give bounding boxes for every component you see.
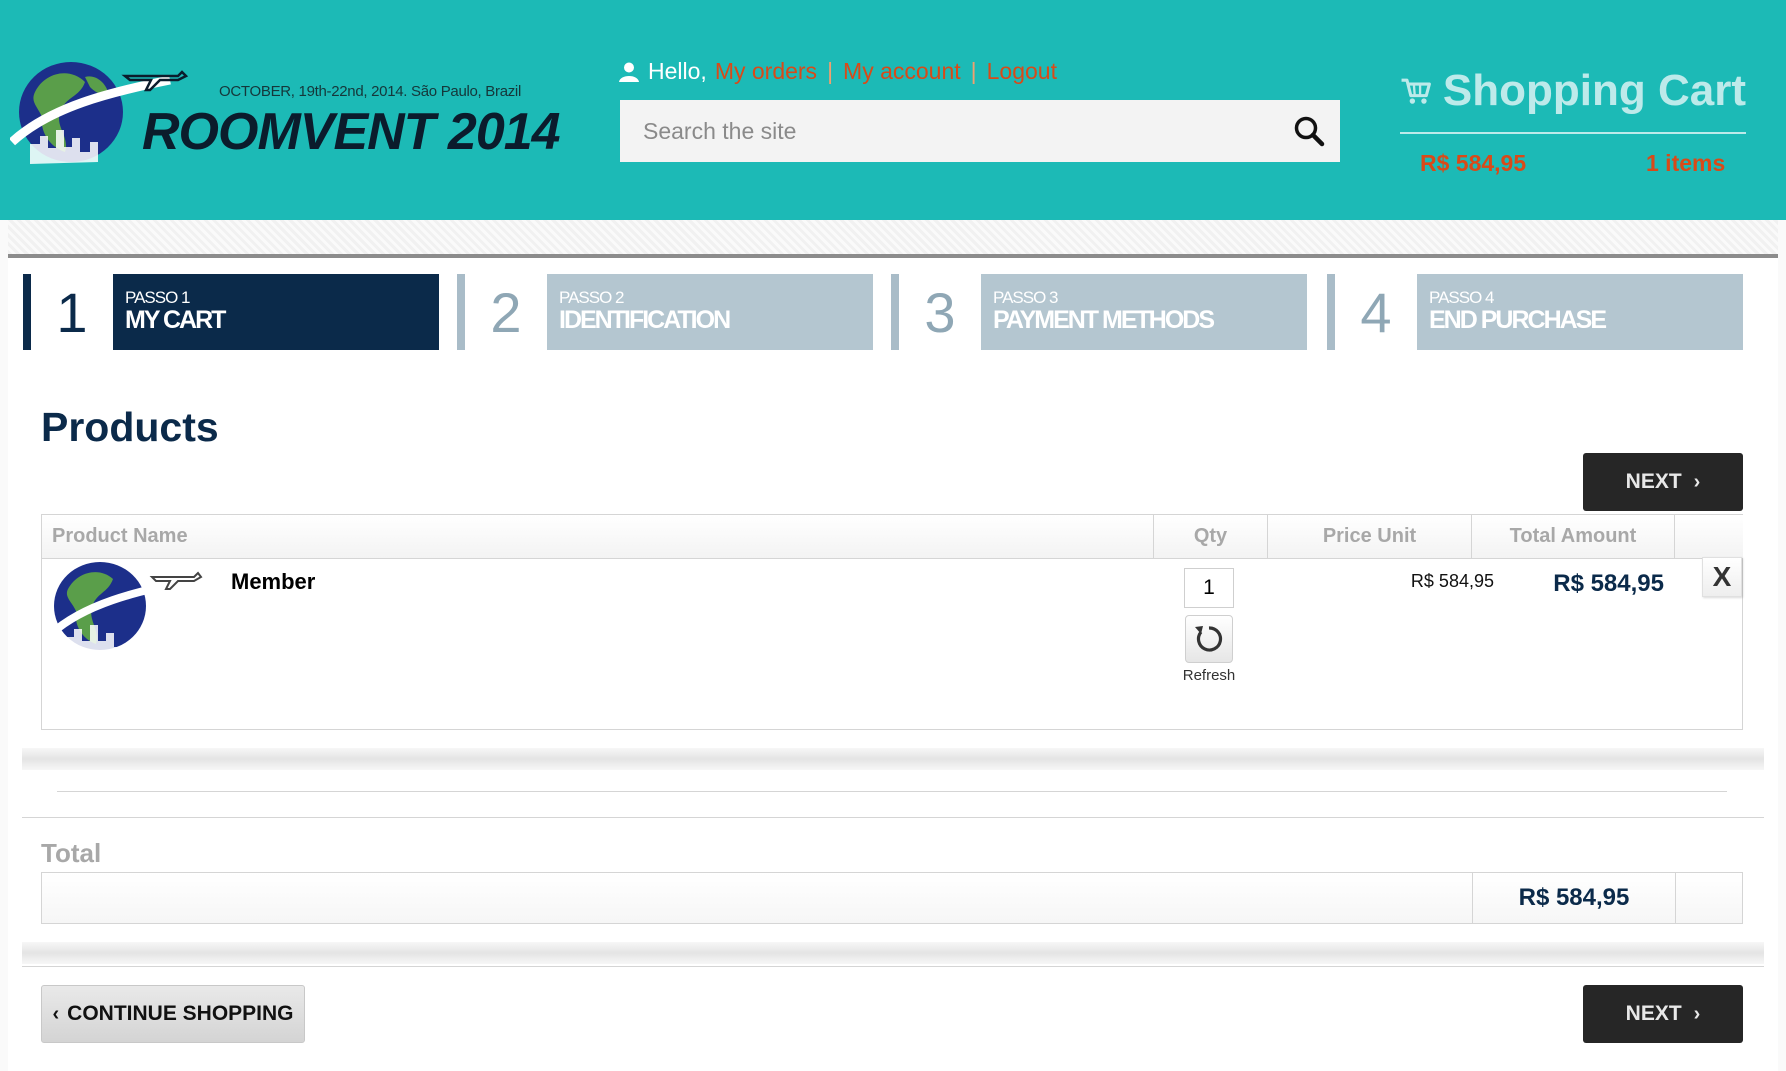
- header-label: Price Unit: [1322, 525, 1417, 547]
- separator: |: [827, 58, 834, 84]
- cart-amount: R$ 584,95: [1420, 150, 1527, 176]
- step-name: MY CART: [125, 306, 226, 334]
- cart-item-count: 1 items: [1646, 150, 1726, 176]
- quantity-input[interactable]: [1184, 568, 1234, 608]
- site-header: OCTOBER, 19th-22nd, 2014. São Paulo, Bra…: [0, 0, 1786, 220]
- user-icon: [619, 62, 639, 82]
- step-my-cart[interactable]: 1 PASSO 1 MY CART: [23, 274, 439, 350]
- header-label: Qty: [1193, 525, 1228, 547]
- step-number: 1: [23, 274, 113, 350]
- step-identification[interactable]: 2 PASSO 2 IDENTIFICATION: [457, 274, 873, 350]
- cart-icon: [1401, 78, 1431, 104]
- texture-strip: [8, 220, 1778, 254]
- products-heading: Products: [41, 404, 219, 450]
- header-remove: [1675, 515, 1743, 559]
- header-label: Total Amount: [1509, 525, 1637, 547]
- next-label: NEXT: [1625, 470, 1682, 493]
- step-passo: PASSO 2: [559, 288, 625, 307]
- step-end-purchase[interactable]: 4 PASSO 4 END PURCHASE: [1327, 274, 1743, 350]
- step-payment-methods[interactable]: 3 PASSO 3 PAYMENT METHODS: [891, 274, 1307, 350]
- continue-label: CONTINUE SHOPPING: [67, 1002, 294, 1025]
- search-input[interactable]: [620, 100, 1280, 162]
- step-number: 3: [891, 274, 981, 350]
- user-bar: Hello, My orders | My account | Logout: [618, 58, 1057, 85]
- divider-line: [57, 791, 1727, 792]
- product-name[interactable]: Member: [231, 569, 315, 595]
- step-passo: PASSO 1: [125, 288, 191, 307]
- step-number: 2: [457, 274, 547, 350]
- header-label: Product Name: [52, 525, 188, 547]
- divider-line: [22, 817, 1764, 818]
- remove-item-button[interactable]: X: [1702, 557, 1742, 597]
- total-heading: Total: [41, 838, 102, 868]
- step-number: 4: [1327, 274, 1417, 350]
- step-passo: PASSO 3: [993, 288, 1059, 307]
- chevron-right-icon: ›: [1693, 470, 1701, 493]
- step-name: PAYMENT METHODS: [993, 306, 1215, 334]
- continue-shopping-button[interactable]: ‹ CONTINUE SHOPPING: [41, 985, 305, 1043]
- step-name: END PURCHASE: [1429, 306, 1607, 334]
- cart-divider: [1400, 132, 1746, 134]
- shopping-cart-widget[interactable]: Shopping Cart R$ 584,95 1 items: [1400, 66, 1746, 176]
- total-value: R$ 584,95: [1518, 884, 1630, 911]
- header-price-unit: Price Unit: [1268, 515, 1472, 559]
- separator: |: [970, 58, 977, 84]
- divider-line: [22, 966, 1764, 967]
- next-button-bottom[interactable]: NEXT ›: [1583, 985, 1743, 1043]
- cart-table: Product Name Qty Price Unit Total Amount…: [41, 514, 1743, 730]
- header-total-amount: Total Amount: [1472, 515, 1675, 559]
- roomvent-logo[interactable]: OCTOBER, 19th-22nd, 2014. São Paulo, Bra…: [10, 52, 570, 172]
- logout-link[interactable]: Logout: [987, 58, 1057, 85]
- next-button-top[interactable]: NEXT ›: [1583, 453, 1743, 511]
- greeting-text: Hello,: [648, 58, 707, 84]
- chevron-right-icon: ›: [1693, 1002, 1701, 1025]
- header-qty: Qty: [1154, 515, 1268, 559]
- total-amount-value: R$ 584,95: [1553, 570, 1664, 597]
- total-box: R$ 584,95: [41, 872, 1743, 924]
- header-product-name: Product Name: [42, 515, 1154, 559]
- step-label: PASSO 1 MY CART: [113, 274, 439, 350]
- cart-title: Shopping Cart: [1400, 66, 1746, 116]
- refresh-button[interactable]: [1185, 615, 1233, 663]
- close-icon: X: [1712, 561, 1732, 592]
- my-orders-link[interactable]: My orders: [715, 58, 817, 85]
- step-label: PASSO 2 IDENTIFICATION: [547, 274, 873, 350]
- step-name: IDENTIFICATION: [559, 306, 731, 334]
- next-label: NEXT: [1625, 1002, 1682, 1025]
- step-label: PASSO 3 PAYMENT METHODS: [981, 274, 1307, 350]
- brand-name: ROOMVENT 2014: [142, 103, 561, 161]
- chevron-left-icon: ‹: [52, 1002, 60, 1025]
- my-account-link[interactable]: My account: [843, 58, 961, 85]
- price-unit-value: R$ 584,95: [1410, 571, 1494, 591]
- product-thumbnail: [48, 562, 203, 653]
- refresh-icon: [1195, 626, 1223, 652]
- search-bar: [620, 100, 1340, 162]
- event-date: OCTOBER, 19th-22nd, 2014. São Paulo, Bra…: [219, 83, 521, 100]
- separator-band: [22, 942, 1764, 964]
- search-icon[interactable]: [1292, 114, 1326, 148]
- separator-band: [22, 748, 1764, 770]
- step-passo: PASSO 4: [1429, 288, 1495, 307]
- cart-title-text: Shopping Cart: [1442, 66, 1746, 115]
- column-divider: [1675, 873, 1676, 923]
- refresh-label: Refresh: [1182, 667, 1236, 684]
- step-label: PASSO 4 END PURCHASE: [1417, 274, 1743, 350]
